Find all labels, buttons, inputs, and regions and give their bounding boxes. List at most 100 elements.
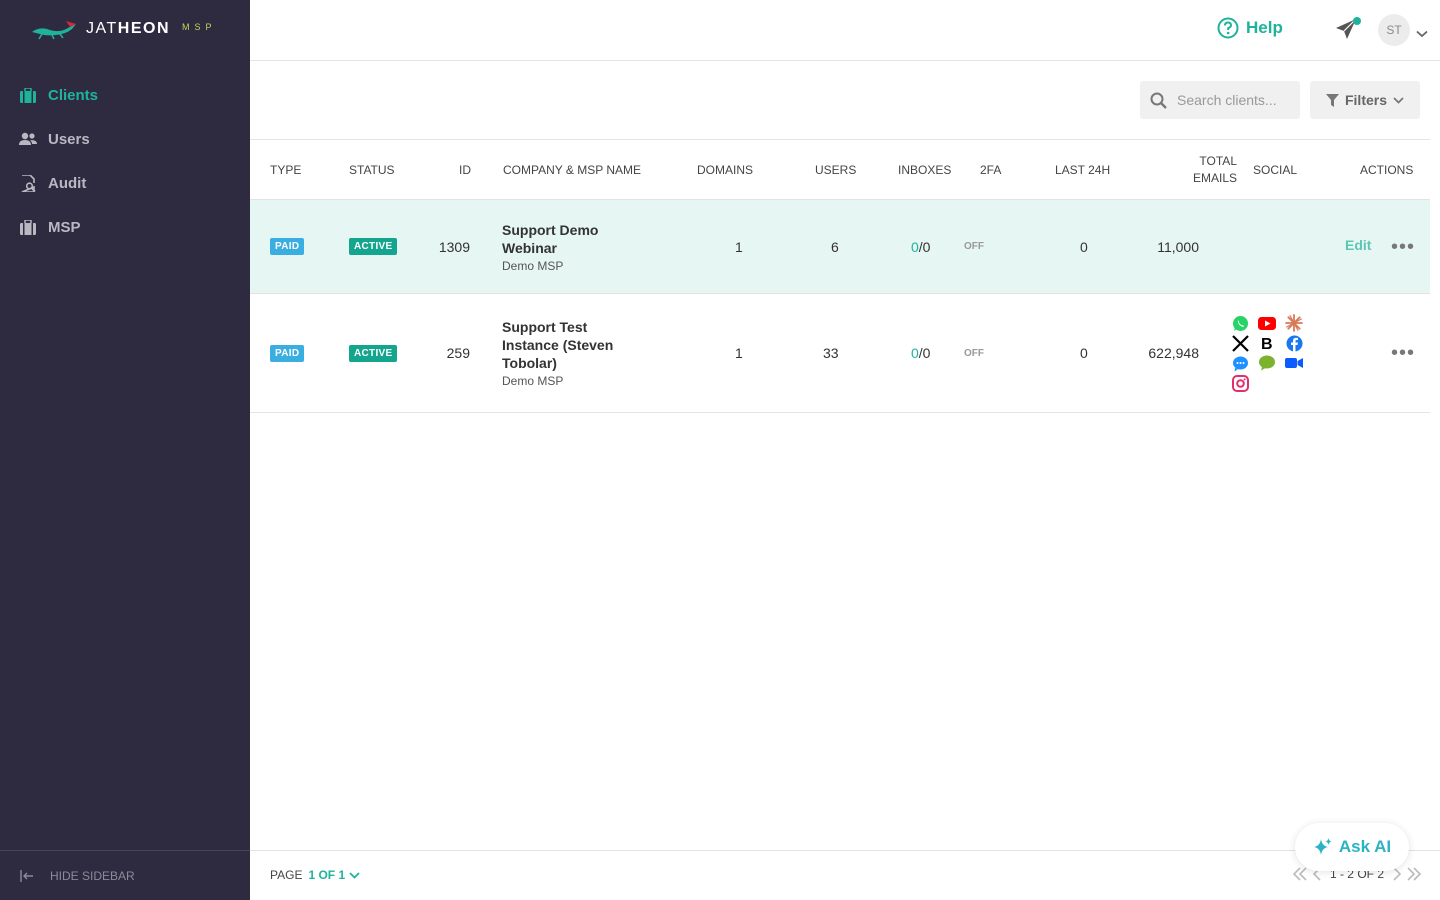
company-name[interactable]: Support Demo Webinar bbox=[502, 221, 632, 257]
sidebar-item-label: Audit bbox=[48, 174, 87, 192]
hide-sidebar-label: HIDE SIDEBAR bbox=[50, 868, 135, 883]
chevron-down-icon bbox=[349, 871, 360, 879]
top-bar: Help ST bbox=[250, 0, 1440, 61]
youtube-icon bbox=[1258, 314, 1276, 332]
inboxes-total: /0 bbox=[918, 238, 931, 255]
edit-link[interactable]: Edit bbox=[1345, 237, 1371, 253]
search-input[interactable] bbox=[1177, 92, 1297, 108]
instagram-icon bbox=[1231, 374, 1249, 392]
column-header-users[interactable]: USERS bbox=[815, 140, 856, 200]
msp-name: Demo MSP bbox=[502, 374, 564, 388]
sidebar-item-label: Users bbox=[48, 130, 90, 148]
column-header-social[interactable]: SOCIAL bbox=[1253, 140, 1297, 200]
ask-ai-button[interactable]: Ask AI bbox=[1295, 823, 1409, 871]
jatheon-logo[interactable]: JATHEON MSP bbox=[30, 18, 217, 40]
briefcase-icon bbox=[19, 86, 37, 104]
zoom-icon bbox=[1285, 354, 1303, 372]
last-page-icon[interactable] bbox=[1406, 867, 1422, 881]
svg-text:B: B bbox=[1261, 336, 1273, 351]
page-label: PAGE bbox=[270, 868, 303, 882]
column-header-total-emails[interactable]: TOTAL EMAILS bbox=[1165, 140, 1237, 200]
collapse-left-icon bbox=[20, 869, 34, 882]
pagination-footer: PAGE 1 OF 1 1 - 2 OF 2 bbox=[250, 850, 1440, 900]
users-icon bbox=[19, 130, 37, 148]
twofa-status: OFF bbox=[964, 347, 984, 359]
client-id: 259 bbox=[446, 345, 470, 361]
domains-count: 1 bbox=[735, 238, 743, 255]
claude-icon bbox=[1285, 314, 1303, 332]
page-info: PAGE 1 OF 1 bbox=[270, 868, 360, 882]
client-id: 1309 bbox=[438, 238, 470, 255]
whatsapp-icon bbox=[1231, 314, 1249, 332]
clients-table: TYPE STATUS ID COMPANY & MSP NAME DOMAIN… bbox=[250, 139, 1430, 413]
sparkle-icon bbox=[1313, 838, 1332, 855]
sidebar-item-msp[interactable]: MSP bbox=[0, 205, 250, 249]
users-count: 33 bbox=[823, 345, 839, 361]
more-actions-icon[interactable]: ••• bbox=[1391, 343, 1415, 363]
brand-suffix: MSP bbox=[182, 22, 217, 32]
total-emails: 622,948 bbox=[1148, 345, 1199, 361]
column-header-actions[interactable]: ACTIONS bbox=[1360, 140, 1413, 200]
inboxes-used[interactable]: 0 bbox=[911, 239, 919, 255]
inboxes-used[interactable]: 0 bbox=[911, 345, 919, 361]
column-header-inboxes[interactable]: INBOXES bbox=[898, 140, 951, 200]
sidebar-item-audit[interactable]: Audit bbox=[0, 161, 250, 205]
avatar[interactable]: ST bbox=[1378, 14, 1410, 46]
twofa-status: OFF bbox=[964, 241, 984, 252]
column-header-status[interactable]: STATUS bbox=[349, 140, 395, 200]
hide-sidebar-button[interactable]: HIDE SIDEBAR bbox=[0, 850, 250, 900]
notification-dot bbox=[1353, 17, 1361, 25]
inboxes-count: 0/0 bbox=[911, 200, 930, 293]
sidebar-item-users[interactable]: Users bbox=[0, 117, 250, 161]
type-badge: PAID bbox=[270, 344, 305, 362]
help-circle-icon bbox=[1217, 17, 1239, 39]
help-label: Help bbox=[1246, 18, 1283, 37]
table-row[interactable]: PAID ACTIVE 1309 Support Demo Webinar De… bbox=[250, 200, 1430, 294]
ask-ai-label: Ask AI bbox=[1338, 837, 1392, 856]
column-header-company[interactable]: COMPANY & MSP NAME bbox=[503, 140, 641, 200]
help-button[interactable]: Help bbox=[1217, 17, 1283, 39]
briefcase-icon bbox=[19, 218, 37, 236]
column-header-label: TOTAL bbox=[1199, 154, 1237, 168]
chevron-down-icon[interactable] bbox=[1416, 25, 1428, 43]
x-icon bbox=[1231, 334, 1249, 352]
search-icon bbox=[1150, 92, 1167, 109]
column-header-2fa[interactable]: 2FA bbox=[980, 140, 1001, 200]
table-row[interactable]: PAID ACTIVE 259 Support Test Instance (S… bbox=[250, 294, 1430, 413]
column-header-last-24h[interactable]: LAST 24H bbox=[1055, 140, 1110, 200]
social-icons: B bbox=[1231, 294, 1303, 412]
sidebar-item-clients[interactable]: Clients bbox=[0, 73, 250, 117]
total-emails: 11,000 bbox=[1157, 238, 1199, 255]
messenger-icon bbox=[1231, 354, 1249, 372]
type-badge: PAID bbox=[270, 238, 305, 255]
last-24h-count: 0 bbox=[1080, 345, 1088, 361]
page-selector[interactable]: 1 OF 1 bbox=[308, 868, 360, 882]
column-header-domains[interactable]: DOMAINS bbox=[697, 140, 753, 200]
sidebar-item-label: MSP bbox=[48, 218, 81, 236]
chevron-down-icon bbox=[1393, 96, 1404, 104]
company-name[interactable]: Support Test Instance (Steven Tobolar) bbox=[502, 318, 632, 372]
column-header-type[interactable]: TYPE bbox=[270, 140, 301, 200]
sidebar-nav: Clients Users Audit MSP bbox=[0, 73, 250, 249]
table-header: TYPE STATUS ID COMPANY & MSP NAME DOMAIN… bbox=[250, 140, 1430, 200]
status-badge: ACTIVE bbox=[349, 344, 398, 362]
filters-button[interactable]: Filters bbox=[1310, 81, 1420, 119]
users-count: 6 bbox=[831, 238, 839, 255]
sidebar-item-label: Clients bbox=[48, 86, 99, 104]
bloomberg-icon: B bbox=[1258, 334, 1276, 352]
page-value: 1 OF 1 bbox=[308, 868, 346, 882]
filter-icon bbox=[1325, 93, 1339, 107]
column-header-id[interactable]: ID bbox=[459, 140, 471, 200]
notifications-button[interactable] bbox=[1335, 17, 1361, 42]
sidebar: JATHEON MSP Clients Users Audit MSP HIDE… bbox=[0, 0, 250, 900]
wechat-icon bbox=[1258, 354, 1276, 372]
brand-name: JATHEON bbox=[86, 20, 170, 37]
last-24h-count: 0 bbox=[1080, 238, 1088, 255]
first-page-icon[interactable] bbox=[1292, 867, 1308, 881]
inboxes-total: /0 bbox=[918, 345, 931, 361]
more-actions-icon[interactable]: ••• bbox=[1391, 237, 1415, 257]
search-box[interactable] bbox=[1140, 81, 1300, 119]
company-cell[interactable]: Support Demo Webinar Demo MSP bbox=[502, 200, 632, 293]
company-cell[interactable]: Support Test Instance (Steven Tobolar) D… bbox=[502, 294, 632, 412]
status-badge: ACTIVE bbox=[349, 238, 398, 255]
